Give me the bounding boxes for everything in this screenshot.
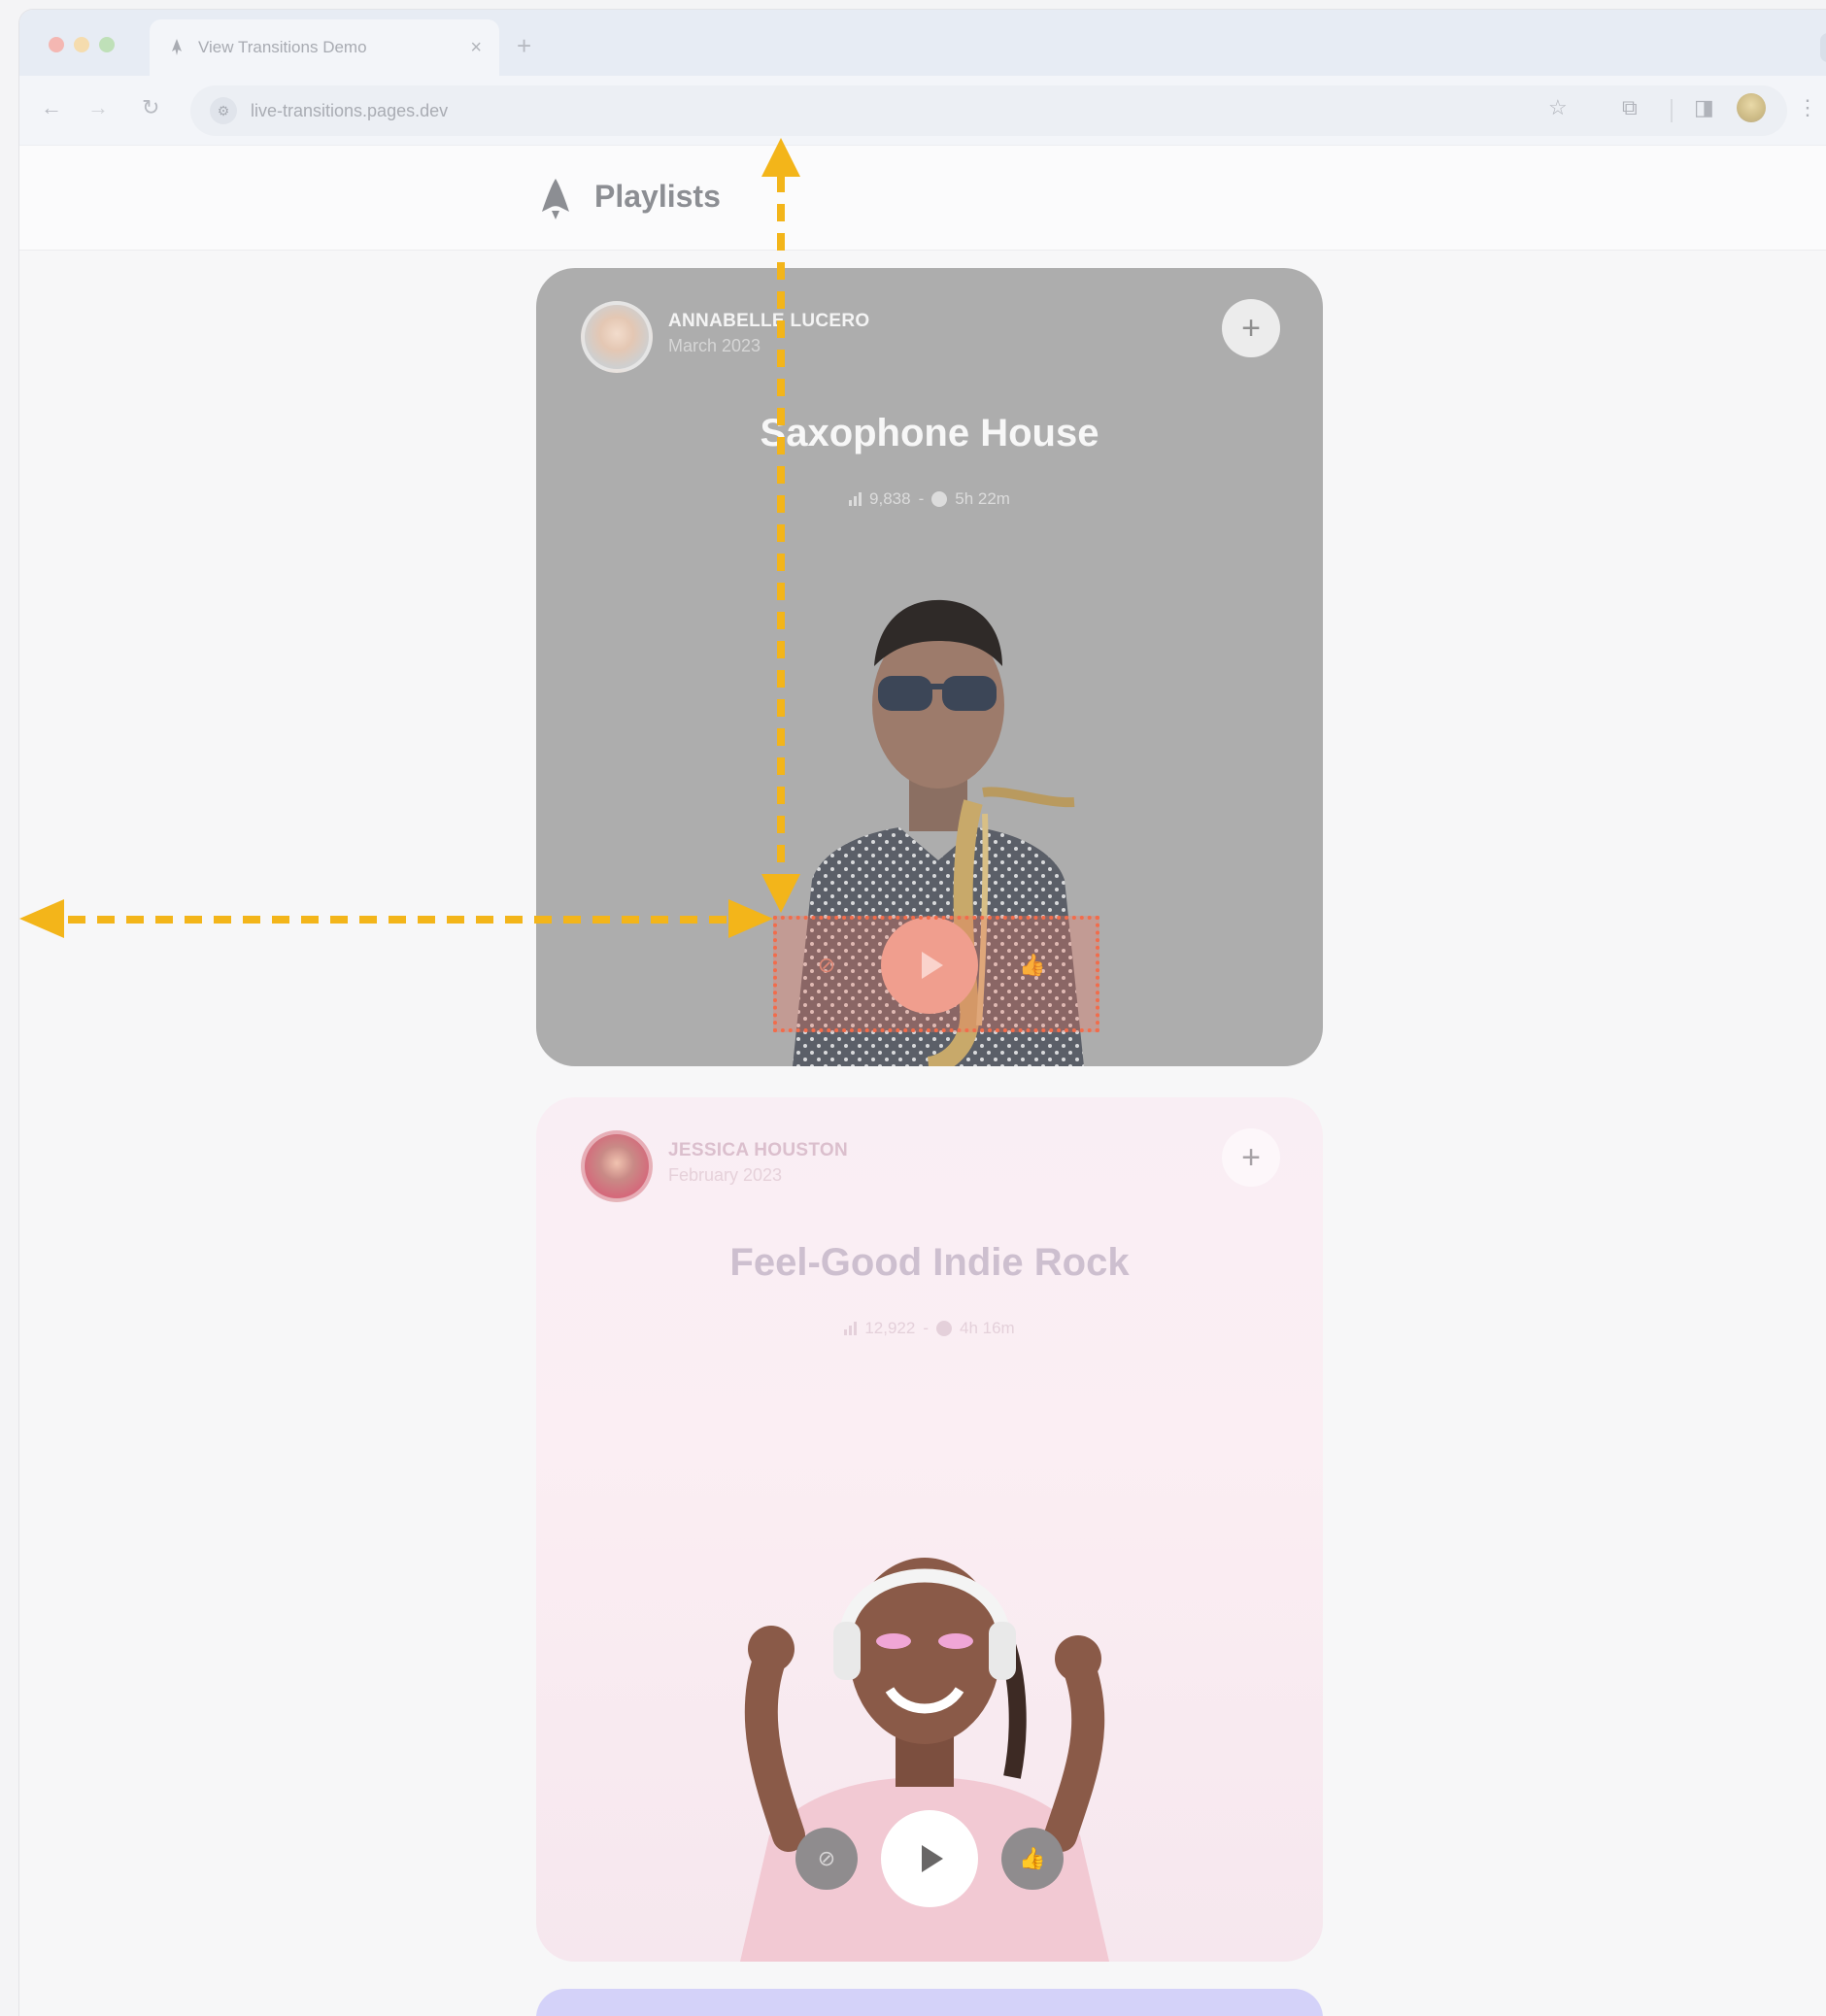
playlist-date: February 2023 xyxy=(668,1165,783,1185)
author-name: ANNABELLE LUCERO xyxy=(668,311,870,331)
browser-toolbar: ← → ↻ ⚙ live-transitions.pages.dev ☆ ⧉ ◨… xyxy=(19,76,1826,146)
page-content: Playlists ANNABELLE LUCERO March 2023 + … xyxy=(19,146,1826,2016)
horizontal-arrow-line xyxy=(39,916,738,924)
side-panel-icon[interactable]: ◨ xyxy=(1694,95,1714,120)
playlist-stats: 12,922 - 4h 16m xyxy=(536,1319,1323,1338)
tab-title: View Transitions Demo xyxy=(198,38,367,56)
plays-count: 9,838 xyxy=(869,489,911,508)
rocket-logo-icon[interactable] xyxy=(536,177,575,223)
menu-icon[interactable]: ⋮ xyxy=(1797,95,1818,120)
stats-separator: - xyxy=(923,1319,929,1337)
extensions-icon[interactable]: ⧉ xyxy=(1622,95,1638,120)
play-icon xyxy=(922,1845,943,1872)
arrow-left-icon xyxy=(19,899,64,938)
site-header: Playlists xyxy=(19,146,1826,251)
tab-search-button[interactable]: ⌄ xyxy=(1820,33,1826,62)
playlist-date: March 2023 xyxy=(668,336,761,355)
plays-count: 12,922 xyxy=(864,1319,916,1337)
tab-close-icon[interactable]: × xyxy=(470,37,482,59)
tab-bar: View Transitions Demo × + ⌄ xyxy=(19,10,1826,76)
url-text[interactable]: live-transitions.pages.dev xyxy=(251,101,448,121)
author-name: JESSICA HOUSTON xyxy=(668,1140,849,1160)
playlist-card[interactable] xyxy=(536,1989,1323,2016)
add-button[interactable]: + xyxy=(1222,299,1280,357)
back-icon[interactable]: ← xyxy=(41,95,62,120)
vertical-arrow-line xyxy=(777,175,785,884)
stats-separator: - xyxy=(918,489,925,508)
add-button[interactable]: + xyxy=(1222,1128,1280,1187)
play-button[interactable] xyxy=(881,1810,978,1907)
rocket-favicon-icon xyxy=(167,37,186,58)
avatar xyxy=(581,301,653,373)
site-info-icon[interactable]: ⚙ xyxy=(210,97,237,124)
plays-icon xyxy=(849,492,862,506)
star-icon[interactable]: ☆ xyxy=(1548,95,1568,120)
minimize-window-button[interactable] xyxy=(74,37,89,52)
profile-icon[interactable] xyxy=(1737,93,1766,122)
playlist-duration: 5h 22m xyxy=(955,489,1010,508)
page-title[interactable]: Playlists xyxy=(594,179,721,215)
playlist-stats: 9,838 - 5h 22m xyxy=(536,489,1323,509)
playlist-duration: 4h 16m xyxy=(959,1319,1015,1337)
playlist-title[interactable]: Saxophone House xyxy=(536,412,1323,455)
tab-view-transitions-demo[interactable]: View Transitions Demo × xyxy=(150,19,499,76)
playlist-title[interactable]: Feel-Good Indie Rock xyxy=(536,1241,1323,1285)
close-window-button[interactable] xyxy=(49,37,64,52)
like-icon[interactable]: 👍 xyxy=(1001,1828,1064,1890)
clock-icon xyxy=(935,1321,952,1336)
clock-icon xyxy=(931,491,948,507)
avatar xyxy=(581,1130,653,1202)
plays-icon xyxy=(844,1322,858,1335)
arrow-up-icon xyxy=(761,138,800,177)
maximize-window-button[interactable] xyxy=(99,37,115,52)
forward-icon[interactable]: → xyxy=(87,95,109,120)
new-tab-button[interactable]: + xyxy=(517,31,531,61)
playback-controls: ⊘ 👍 xyxy=(536,1810,1323,1907)
playlist-card[interactable]: JESSICA HOUSTON February 2023 + Feel-Goo… xyxy=(536,1097,1323,1962)
block-icon[interactable]: ⊘ xyxy=(795,1828,858,1890)
toolbar-divider xyxy=(1671,99,1673,122)
arrow-right-icon xyxy=(728,899,773,938)
highlight-box xyxy=(773,916,1099,1032)
reload-icon[interactable]: ↻ xyxy=(142,95,159,120)
